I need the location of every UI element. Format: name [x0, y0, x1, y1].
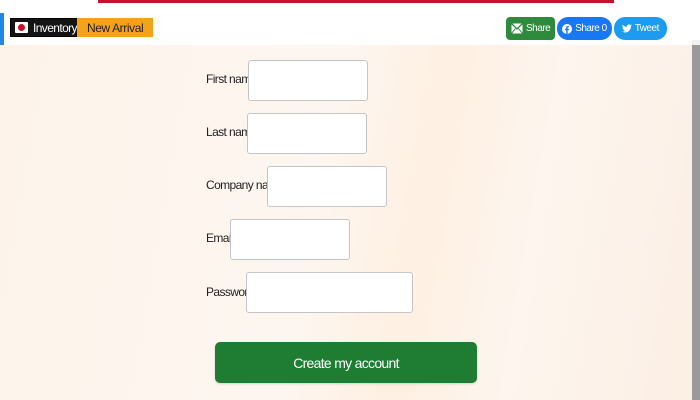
facebook-share-label: Share 0: [575, 23, 607, 34]
facebook-icon: [562, 23, 573, 34]
email-input[interactable]: [230, 219, 350, 260]
top-accent-strip: [98, 0, 614, 3]
last-name-input[interactable]: [247, 113, 367, 154]
password-input[interactable]: [246, 272, 413, 313]
email-share-button[interactable]: Share: [506, 17, 556, 40]
email-share-label: Share: [526, 23, 551, 34]
scrollbar-thumb[interactable]: [692, 45, 700, 400]
facebook-share-button[interactable]: Share 0: [557, 17, 612, 40]
japan-flag-icon: [15, 22, 28, 33]
left-accent-bar: [0, 13, 4, 45]
first-name-input[interactable]: [248, 60, 368, 101]
twitter-tweet-button[interactable]: Tweet: [613, 17, 667, 40]
inventory-tag[interactable]: Inventory: [10, 18, 84, 37]
email-label: Email: [206, 231, 234, 245]
share-buttons: Share Share 0 Tweet: [506, 17, 667, 40]
inventory-label: Inventory: [33, 20, 78, 35]
new-arrival-label: New Arrival: [87, 20, 144, 35]
top-bar: Inventory New Arrival Share Share 0 Twee…: [0, 13, 700, 45]
create-account-button[interactable]: Create my account: [215, 342, 477, 383]
new-arrival-tag[interactable]: New Arrival: [77, 18, 154, 37]
tweet-label: Tweet: [634, 23, 660, 34]
twitter-bird-icon: [621, 24, 632, 33]
envelope-icon: [511, 23, 523, 34]
company-name-input[interactable]: [267, 166, 387, 207]
